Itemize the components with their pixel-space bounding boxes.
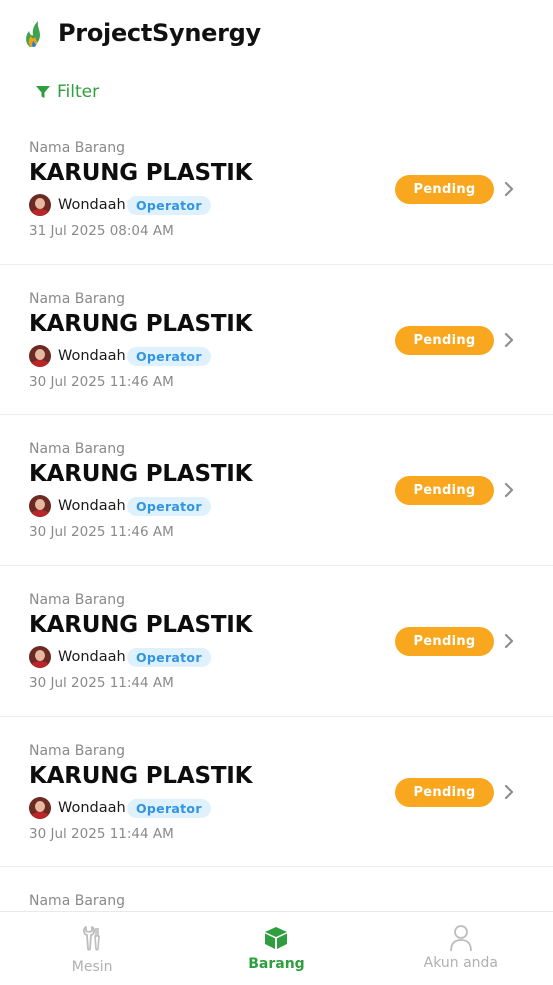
item-title: KARUNG PLASTIK: [29, 461, 253, 488]
avatar: [29, 344, 51, 367]
status-badge: Pending: [395, 476, 494, 506]
item-label: Nama Barang: [29, 592, 125, 609]
status-badge: Pending: [395, 777, 494, 807]
user-name: Wondaah: [58, 799, 126, 816]
list-item[interactable]: Nama Barang KARUNG PLASTIK Wondaah Operator…: [0, 717, 553, 868]
user-name: Wondaah: [58, 498, 126, 515]
avatar: [29, 194, 51, 216]
item-title: KARUNG PLASTIK: [29, 612, 253, 639]
avatar: [29, 646, 51, 669]
list-item[interactable]: Nama Barang KARUNG PLASTIK Wondaah Operator…: [0, 566, 553, 717]
role-badge: Operator: [127, 497, 211, 517]
item-title: KARUNG PLASTIK: [29, 762, 253, 789]
box-icon: [265, 927, 288, 949]
item-title: KARUNG PLASTIK: [29, 310, 253, 337]
role-badge: Operator: [127, 196, 211, 215]
chevron-right-icon[interactable]: [502, 633, 516, 649]
nav-label-mesin: Mesin: [71, 959, 113, 975]
user-icon: [449, 925, 472, 952]
item-title: KARUNG PLASTIK: [29, 160, 253, 186]
status-badge: Pending: [395, 325, 494, 355]
app-header: ProjectSynergy: [0, 0, 553, 70]
status-badge: Pending: [395, 175, 494, 204]
chevron-right-icon[interactable]: [502, 181, 516, 197]
timestamp: 30 Jul 2025 11:46 AM: [29, 524, 174, 541]
flame-logo-icon: [26, 21, 40, 47]
user-name: Wondaah: [58, 347, 126, 364]
timestamp: 30 Jul 2025 11:44 AM: [29, 825, 174, 842]
nav-item-barang[interactable]: Barang: [184, 912, 368, 985]
timestamp: 31 Jul 2025 08:04 AM: [29, 223, 174, 239]
item-label: Nama Barang: [29, 893, 125, 910]
role-badge: Operator: [127, 648, 211, 668]
avatar: [29, 796, 51, 819]
list-item[interactable]: Nama Barang KARUNG PLASTIK Wondaah Operator…: [0, 114, 553, 265]
funnel-icon: [36, 86, 50, 98]
role-badge: Operator: [127, 798, 211, 818]
timestamp: 30 Jul 2025 11:46 AM: [29, 373, 174, 390]
chevron-right-icon[interactable]: [502, 784, 516, 800]
timestamp: 30 Jul 2025 11:44 AM: [29, 675, 174, 692]
nav-item-akun[interactable]: Akun anda: [369, 912, 553, 985]
user-name: Wondaah: [58, 197, 126, 213]
status-badge: Pending: [395, 627, 494, 657]
list-item[interactable]: Nama Barang KARUNG PLASTIK Wondaah Operator…: [0, 415, 553, 567]
item-label: Nama Barang: [29, 441, 125, 458]
app-title: ProjectSynergy: [58, 19, 261, 47]
nav-item-mesin[interactable]: Mesin: [0, 912, 184, 985]
filter-label: Filter: [57, 82, 100, 102]
nav-label-akun: Akun anda: [423, 955, 498, 971]
bottom-nav: Mesin Barang Akun anda: [0, 911, 553, 985]
list-item[interactable]: Nama Barang KARUNG PLASTIK Wondaah Operator…: [0, 265, 553, 416]
role-badge: Operator: [127, 346, 211, 366]
wrench-icon: [83, 926, 100, 951]
user-name: Wondaah: [58, 649, 126, 666]
chevron-right-icon[interactable]: [502, 482, 516, 498]
item-label: Nama Barang: [29, 290, 125, 307]
item-list: Nama Barang KARUNG PLASTIK Wondaah Operator…: [0, 114, 553, 985]
nav-label-barang: Barang: [248, 956, 305, 972]
chevron-right-icon[interactable]: [502, 332, 516, 348]
filter-button[interactable]: Filter: [36, 80, 99, 104]
item-label: Nama Barang: [29, 140, 125, 156]
avatar: [29, 495, 51, 518]
item-label: Nama Barang: [29, 742, 125, 759]
